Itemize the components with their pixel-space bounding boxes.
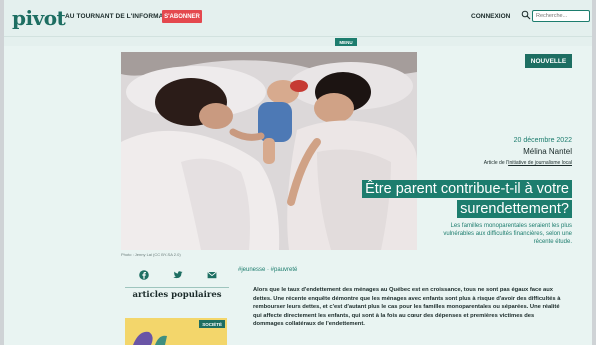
- login-link[interactable]: CONNEXION: [471, 13, 510, 20]
- article-main: Photo : Jenny Lai (CC BY-SA 2.0) NOUVELL…: [4, 46, 592, 345]
- article-note-prefix: Article de l': [483, 160, 509, 166]
- sidebar-divider: [125, 287, 229, 288]
- photo-credit: Photo : Jenny Lai (CC BY-SA 2.0): [121, 252, 181, 257]
- site-header: pivot AU TOURNANT DE L'INFORMATION S'ABO…: [4, 0, 592, 36]
- article-title-text: Être parent contribue-t-il à votre suren…: [362, 180, 572, 218]
- article-photo: [121, 52, 417, 250]
- popular-article-thumbnail[interactable]: SOCIÉTÉ: [125, 318, 227, 345]
- article-author[interactable]: Mélina Nantel: [523, 147, 572, 156]
- share-bar: [125, 267, 229, 283]
- popular-articles-heading: articles populaires: [132, 290, 222, 300]
- article-body: Alors que le taux d'endettement des ména…: [253, 287, 561, 328]
- family-sleeping-illustration: [121, 52, 417, 250]
- initiative-link[interactable]: Initiative de journalisme local: [508, 160, 572, 166]
- menu-bar: MENU: [4, 36, 592, 46]
- facebook-icon[interactable]: [139, 270, 149, 280]
- email-icon[interactable]: [207, 270, 217, 280]
- search-input[interactable]: [532, 10, 590, 22]
- site-logo[interactable]: pivot: [12, 6, 66, 30]
- article-date: 20 décembre 2022: [513, 137, 572, 144]
- browser-page: pivot AU TOURNANT DE L'INFORMATION S'ABO…: [4, 0, 592, 345]
- category-badge: SOCIÉTÉ: [199, 320, 225, 328]
- article-lede: Les familles monoparentales seraient les…: [443, 223, 572, 245]
- menu-button[interactable]: MENU: [335, 38, 357, 46]
- twitter-icon[interactable]: [173, 270, 183, 280]
- article-tags[interactable]: #jeunesse · #pauvreté: [238, 267, 297, 273]
- subscribe-button[interactable]: S'ABONNER: [162, 10, 202, 23]
- search-icon[interactable]: [521, 10, 531, 20]
- article-title: Être parent contribue-t-il à votre suren…: [332, 179, 572, 219]
- article-source-note: Article de l'Initiative de journalisme l…: [484, 160, 572, 166]
- new-badge: NOUVELLE: [525, 54, 572, 68]
